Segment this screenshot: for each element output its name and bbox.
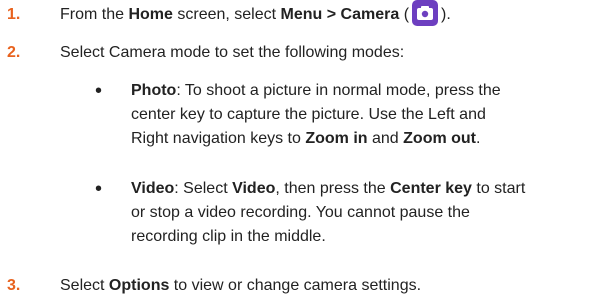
step-1-text: From the Home screen, select Menu > Came… [60,0,451,27]
step-2-text: Select Camera mode to set the following … [60,44,405,61]
center-key-label: Center key [390,180,472,197]
photo-label: Photo [131,82,177,99]
zoom-out-label: Zoom out [403,130,477,147]
step-3-text: Select Options to view or change camera … [60,277,422,294]
video-label: Video [131,180,175,197]
bullet-photo: • [95,80,103,102]
video-mode-text: Video: Select Video, then press the Cent… [131,180,526,245]
menu-camera-label: Menu > Camera [280,6,400,23]
video-option-label: Video [232,180,276,197]
step-3-number: 3. [7,277,21,294]
bullet-video: • [95,178,103,200]
step-2-number: 2. [7,44,21,61]
step-1-number: 1. [7,6,21,23]
camera-icon [412,0,439,26]
home-label: Home [128,6,173,23]
zoom-in-label: Zoom in [305,130,368,147]
options-label: Options [108,277,170,294]
photo-mode-text: Photo: To shoot a picture in normal mode… [131,82,501,147]
